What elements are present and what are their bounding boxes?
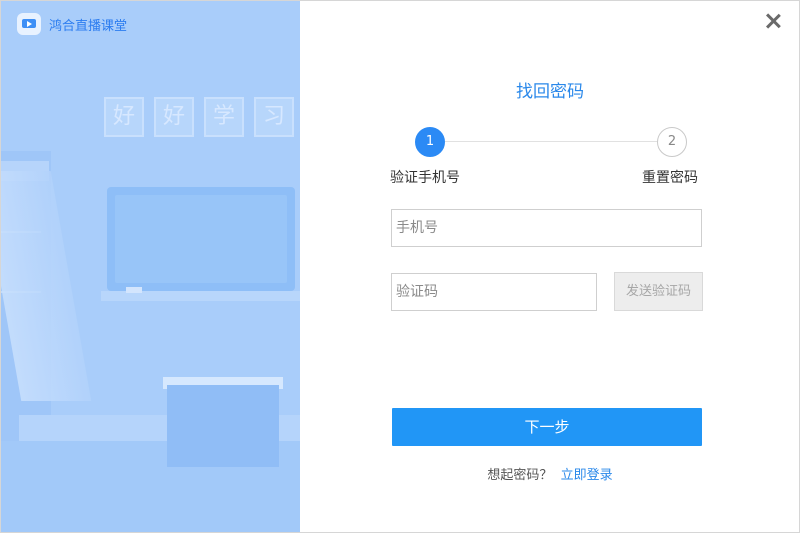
send-code-button[interactable]: 发送验证码 xyxy=(614,272,703,311)
verification-code-input[interactable] xyxy=(391,273,597,311)
motto-char: 好 xyxy=(154,97,194,137)
motto-banner: 好 好 学 习 xyxy=(104,97,294,137)
motto-char: 学 xyxy=(204,97,244,137)
login-now-link[interactable]: 立即登录 xyxy=(561,468,613,483)
phone-input[interactable] xyxy=(391,209,702,247)
close-icon[interactable] xyxy=(763,11,783,31)
step-1-indicator: 1 xyxy=(415,127,445,157)
blackboard-surface xyxy=(115,195,287,283)
brand: 鸿合直播课堂 xyxy=(17,13,127,35)
step-connector xyxy=(445,141,659,142)
step-2-indicator: 2 xyxy=(657,127,687,157)
app-name: 鸿合直播课堂 xyxy=(49,18,128,34)
blackboard xyxy=(107,187,295,291)
podium xyxy=(167,385,279,467)
motto-char: 习 xyxy=(254,97,294,137)
next-step-button[interactable]: 下一步 xyxy=(392,408,702,446)
eraser xyxy=(126,287,142,293)
progress-steps: 1 2 xyxy=(415,127,687,157)
motto-char: 好 xyxy=(104,97,144,137)
login-prompt: 想起密码？ 立即登录 xyxy=(301,464,799,483)
classroom-illustration: 好 好 学 习 鸿合直播课堂 xyxy=(1,1,300,532)
recover-password-window: 好 好 学 习 鸿合直播课堂 找回密码 1 2 验证手机号 重置密码 发送验证码… xyxy=(0,0,800,533)
video-play-icon xyxy=(17,13,41,35)
curtain-decoration xyxy=(1,171,92,401)
remember-password-text: 想起密码？ xyxy=(487,468,553,483)
step-1-label: 验证手机号 xyxy=(390,170,460,186)
page-title: 找回密码 xyxy=(516,82,584,102)
step-2-label: 重置密码 xyxy=(642,170,698,186)
